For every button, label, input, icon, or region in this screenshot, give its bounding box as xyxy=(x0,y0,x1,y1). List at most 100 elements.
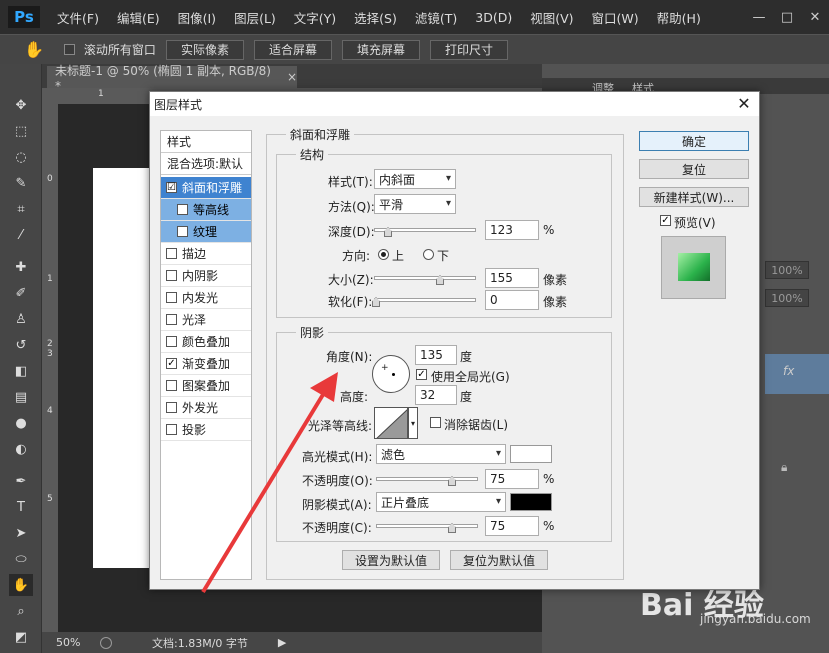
quick-select-tool-icon[interactable]: ✎ xyxy=(9,172,33,194)
fit-screen-button[interactable]: 适合屏幕 xyxy=(253,39,332,60)
style-item-color-overlay[interactable]: 颜色叠加 xyxy=(161,331,251,353)
color-swatches-icon[interactable]: ◩ xyxy=(9,626,33,648)
layer-row[interactable]: fx xyxy=(765,354,829,394)
direction-down-radio[interactable] xyxy=(423,249,434,260)
shadow-mode-select[interactable]: 正片叠底 ▾ xyxy=(376,492,506,512)
pen-tool-icon[interactable]: ✒ xyxy=(9,470,33,492)
style-item-drop-shadow[interactable]: 投影 xyxy=(161,419,251,441)
highlight-opacity-slider[interactable] xyxy=(376,477,478,481)
direction-up-radio[interactable] xyxy=(378,249,389,260)
menu-type[interactable]: 文字(Y) xyxy=(285,8,345,27)
eraser-tool-icon[interactable]: ◧ xyxy=(9,360,33,382)
scroll-all-checkbox[interactable] xyxy=(63,44,75,55)
actual-pixels-button[interactable]: 实际像素 xyxy=(165,39,244,60)
menu-filter[interactable]: 滤镜(T) xyxy=(406,8,466,27)
style-item-outer-glow[interactable]: 外发光 xyxy=(161,397,251,419)
gradient-tool-icon[interactable]: ▤ xyxy=(9,386,33,408)
document-canvas[interactable] xyxy=(93,168,153,568)
blur-tool-icon[interactable]: ● xyxy=(9,412,33,434)
contour-dropdown-icon[interactable]: ▾ xyxy=(408,407,418,439)
shadow-opacity-input[interactable]: 75 xyxy=(485,516,539,536)
gloss-contour-preview[interactable] xyxy=(374,407,408,439)
reset-button[interactable]: 复位 xyxy=(639,159,749,179)
maximize-button[interactable]: □ xyxy=(773,7,801,27)
dodge-tool-icon[interactable]: ◐ xyxy=(9,438,33,460)
brush-tool-icon[interactable]: ✐ xyxy=(9,282,33,304)
menu-select[interactable]: 选择(S) xyxy=(345,8,406,27)
style-item-bevel-emboss[interactable]: ☑ 斜面和浮雕 xyxy=(161,177,251,199)
zoom-level[interactable]: 50% xyxy=(56,636,100,649)
scroll-all-windows-option[interactable]: 滚动所有窗口 xyxy=(63,41,156,58)
lasso-tool-icon[interactable]: ◌ xyxy=(9,146,33,168)
menu-layer[interactable]: 图层(L) xyxy=(225,8,285,27)
menu-view[interactable]: 视图(V) xyxy=(521,8,582,27)
ellipse-tool-icon[interactable]: ⬭ xyxy=(9,548,33,570)
shadow-opacity-slider[interactable] xyxy=(376,524,478,528)
fill-field[interactable]: 100% xyxy=(765,289,809,307)
eyedropper-tool-icon[interactable]: ⁄ xyxy=(9,224,33,246)
hand-tool-active-icon[interactable]: ✋ xyxy=(9,574,33,596)
checkbox-pattern-overlay[interactable] xyxy=(166,380,177,391)
reset-default-button[interactable]: 复位为默认值 xyxy=(450,550,548,570)
checkbox-texture[interactable] xyxy=(177,226,188,237)
checkbox-drop-shadow[interactable] xyxy=(166,424,177,435)
checkbox-inner-shadow[interactable] xyxy=(166,270,177,281)
stamp-tool-icon[interactable]: ♙ xyxy=(9,308,33,330)
minimize-button[interactable]: — xyxy=(745,7,773,27)
crop-tool-icon[interactable]: ⌗ xyxy=(9,198,33,220)
menu-edit[interactable]: 编辑(E) xyxy=(108,8,169,27)
global-light-checkbox[interactable]: ✓ xyxy=(416,369,427,380)
menu-image[interactable]: 图像(I) xyxy=(169,8,225,27)
size-input[interactable]: 155 xyxy=(485,268,539,288)
style-item-stroke[interactable]: 描边 xyxy=(161,243,251,265)
size-slider[interactable] xyxy=(374,276,476,280)
antialias-checkbox[interactable] xyxy=(430,417,441,428)
print-size-button[interactable]: 打印尺寸 xyxy=(429,39,508,60)
angle-input[interactable]: 135 xyxy=(415,345,457,365)
soften-slider[interactable] xyxy=(374,298,476,302)
bevel-style-select[interactable]: 内斜面 ▾ xyxy=(374,169,456,189)
zoom-tool-icon[interactable]: ⌕ xyxy=(9,600,33,622)
preview-checkbox[interactable]: ✓ xyxy=(660,215,671,226)
style-item-gradient-overlay[interactable]: ✓ 渐变叠加 xyxy=(161,353,251,375)
highlight-color-swatch[interactable] xyxy=(510,445,552,463)
new-style-button[interactable]: 新建样式(W)... xyxy=(639,187,749,207)
path-select-tool-icon[interactable]: ➤ xyxy=(9,522,33,544)
checkbox-inner-glow[interactable] xyxy=(166,292,177,303)
style-item-satin[interactable]: 光泽 xyxy=(161,309,251,331)
dialog-close-icon[interactable]: ✕ xyxy=(735,94,753,113)
make-default-button[interactable]: 设置为默认值 xyxy=(342,550,440,570)
soften-input[interactable]: 0 xyxy=(485,290,539,310)
highlight-opacity-input[interactable]: 75 xyxy=(485,469,539,489)
opacity-field[interactable]: 100% xyxy=(765,261,809,279)
styles-header[interactable]: 样式 xyxy=(161,131,251,153)
depth-input[interactable]: 123 xyxy=(485,220,539,240)
checkbox-gradient-overlay[interactable]: ✓ xyxy=(166,358,177,369)
checkbox-stroke[interactable] xyxy=(166,248,177,259)
blend-options-item[interactable]: 混合选项:默认 xyxy=(161,153,251,175)
checkbox-outer-glow[interactable] xyxy=(166,402,177,413)
style-item-texture[interactable]: 纹理 xyxy=(161,221,251,243)
ok-button[interactable]: 确定 xyxy=(639,131,749,151)
checkbox-satin[interactable] xyxy=(166,314,177,325)
type-tool-icon[interactable]: T xyxy=(9,496,33,518)
shadow-color-swatch[interactable] xyxy=(510,493,552,511)
close-window-button[interactable]: ✕ xyxy=(801,7,829,27)
status-menu-arrow-icon[interactable]: ▶ xyxy=(278,636,286,649)
style-item-inner-shadow[interactable]: 内阴影 xyxy=(161,265,251,287)
style-item-contour[interactable]: 等高线 xyxy=(161,199,251,221)
menu-file[interactable]: 文件(F) xyxy=(48,8,108,27)
fill-screen-button[interactable]: 填充屏幕 xyxy=(341,39,420,60)
style-item-pattern-overlay[interactable]: 图案叠加 xyxy=(161,375,251,397)
marquee-tool-icon[interactable]: ⬚ xyxy=(9,120,33,142)
move-tool-icon[interactable]: ✥ xyxy=(9,94,33,116)
style-item-inner-glow[interactable]: 内发光 xyxy=(161,287,251,309)
altitude-input[interactable]: 32 xyxy=(415,385,457,405)
highlight-mode-select[interactable]: 滤色 ▾ xyxy=(376,444,506,464)
menu-window[interactable]: 窗口(W) xyxy=(583,8,648,27)
technique-select[interactable]: 平滑 ▾ xyxy=(374,194,456,214)
checkbox-bevel[interactable]: ☑ xyxy=(166,182,177,193)
checkbox-color-overlay[interactable] xyxy=(166,336,177,347)
menu-help[interactable]: 帮助(H) xyxy=(648,8,710,27)
angle-dial[interactable]: + xyxy=(372,355,410,393)
